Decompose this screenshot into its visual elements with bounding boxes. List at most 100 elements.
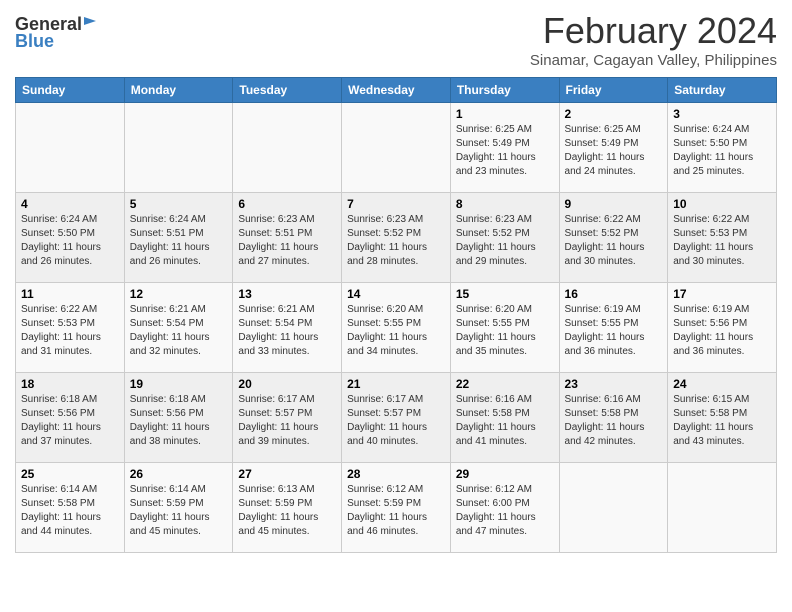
day-info: Sunrise: 6:24 AMSunset: 5:50 PMDaylight:… [21, 213, 119, 269]
day-number: 15 [456, 287, 554, 301]
day-info: Sunrise: 6:23 AMSunset: 5:51 PMDaylight:… [238, 213, 336, 269]
day-info: Sunrise: 6:17 AMSunset: 5:57 PMDaylight:… [347, 393, 445, 449]
day-number: 27 [238, 467, 336, 481]
calendar-cell [559, 463, 668, 553]
weekday-header-wednesday: Wednesday [342, 78, 451, 103]
weekday-header-saturday: Saturday [668, 78, 777, 103]
day-info: Sunrise: 6:19 AMSunset: 5:55 PMDaylight:… [565, 303, 663, 359]
day-number: 1 [456, 107, 554, 121]
day-info: Sunrise: 6:14 AMSunset: 5:59 PMDaylight:… [130, 483, 228, 539]
calendar-cell [16, 103, 125, 193]
day-number: 25 [21, 467, 119, 481]
calendar-cell [342, 103, 451, 193]
calendar-cell [233, 103, 342, 193]
calendar-cell: 2 Sunrise: 6:25 AMSunset: 5:49 PMDaylight… [559, 103, 668, 193]
day-number: 6 [238, 197, 336, 211]
calendar-cell: 17Sunrise: 6:19 AMSunset: 5:56 PMDayligh… [668, 283, 777, 373]
calendar-cell: 9Sunrise: 6:22 AMSunset: 5:52 PMDaylight… [559, 193, 668, 283]
calendar-cell: 12 Sunrise: 6:21 AMSunset: 5:54 PMDayligh… [124, 283, 233, 373]
day-info: Sunrise: 6:14 AMSunset: 5:58 PMDaylight:… [21, 483, 119, 539]
day-number: 4 [21, 197, 119, 211]
calendar-week-row: 1 Sunrise: 6:25 AMSunset: 5:49 PMDaylight… [16, 103, 777, 193]
calendar-cell: 3 Sunrise: 6:24 AMSunset: 5:50 PMDaylight… [668, 103, 777, 193]
day-number: 13 [238, 287, 336, 301]
day-number: 3 [673, 107, 771, 121]
day-number: 26 [130, 467, 228, 481]
calendar-cell: 25 Sunrise: 6:14 AMSunset: 5:58 PMDayligh… [16, 463, 125, 553]
day-info: Sunrise: 6:16 AMSunset: 5:58 PMDaylight:… [456, 393, 554, 449]
calendar-cell: 28Sunrise: 6:12 AMSunset: 5:59 PMDayligh… [342, 463, 451, 553]
day-number: 23 [565, 377, 663, 391]
day-number: 18 [21, 377, 119, 391]
weekday-header-monday: Monday [124, 78, 233, 103]
logo-blue-text: Blue [15, 31, 54, 52]
day-number: 12 [130, 287, 228, 301]
day-number: 28 [347, 467, 445, 481]
calendar-cell: 18 Sunrise: 6:18 AMSunset: 5:56 PMDayligh… [16, 373, 125, 463]
header: General Blue February 2024 Sinamar, Caga… [15, 10, 777, 69]
day-info: Sunrise: 6:22 AMSunset: 5:53 PMDaylight:… [21, 303, 119, 359]
weekday-header-row: SundayMondayTuesdayWednesdayThursdayFrid… [16, 78, 777, 103]
day-number: 20 [238, 377, 336, 391]
calendar-cell: 10Sunrise: 6:22 AMSunset: 5:53 PMDayligh… [668, 193, 777, 283]
calendar-cell: 19 Sunrise: 6:18 AMSunset: 5:56 PMDayligh… [124, 373, 233, 463]
calendar-cell: 16 Sunrise: 6:19 AMSunset: 5:55 PMDayligh… [559, 283, 668, 373]
calendar-cell: 5 Sunrise: 6:24 AMSunset: 5:51 PMDaylight… [124, 193, 233, 283]
day-info: Sunrise: 6:16 AMSunset: 5:58 PMDaylight:… [565, 393, 663, 449]
day-info: Sunrise: 6:22 AMSunset: 5:52 PMDaylight:… [565, 213, 663, 269]
calendar-cell: 20 Sunrise: 6:17 AMSunset: 5:57 PMDayligh… [233, 373, 342, 463]
day-info: Sunrise: 6:25 AMSunset: 5:49 PMDaylight:… [456, 123, 554, 179]
calendar-cell: 11 Sunrise: 6:22 AMSunset: 5:53 PMDayligh… [16, 283, 125, 373]
calendar-week-row: 11 Sunrise: 6:22 AMSunset: 5:53 PMDayligh… [16, 283, 777, 373]
calendar-cell: 24 Sunrise: 6:15 AMSunset: 5:58 PMDayligh… [668, 373, 777, 463]
calendar-cell: 8Sunrise: 6:23 AMSunset: 5:52 PMDaylight… [450, 193, 559, 283]
day-info: Sunrise: 6:24 AMSunset: 5:50 PMDaylight:… [673, 123, 771, 179]
calendar-cell: 22Sunrise: 6:16 AMSunset: 5:58 PMDayligh… [450, 373, 559, 463]
day-number: 11 [21, 287, 119, 301]
day-info: Sunrise: 6:24 AMSunset: 5:51 PMDaylight:… [130, 213, 228, 269]
calendar-week-row: 4 Sunrise: 6:24 AMSunset: 5:50 PMDaylight… [16, 193, 777, 283]
day-number: 24 [673, 377, 771, 391]
month-title: February 2024 [530, 10, 777, 52]
day-info: Sunrise: 6:20 AMSunset: 5:55 PMDaylight:… [456, 303, 554, 359]
weekday-header-thursday: Thursday [450, 78, 559, 103]
day-info: Sunrise: 6:20 AMSunset: 5:55 PMDaylight:… [347, 303, 445, 359]
day-info: Sunrise: 6:23 AMSunset: 5:52 PMDaylight:… [347, 213, 445, 269]
logo-flag-icon [84, 15, 102, 33]
calendar-cell: 21Sunrise: 6:17 AMSunset: 5:57 PMDayligh… [342, 373, 451, 463]
day-info: Sunrise: 6:23 AMSunset: 5:52 PMDaylight:… [456, 213, 554, 269]
day-info: Sunrise: 6:17 AMSunset: 5:57 PMDaylight:… [238, 393, 336, 449]
day-number: 2 [565, 107, 663, 121]
day-number: 16 [565, 287, 663, 301]
calendar-week-row: 18 Sunrise: 6:18 AMSunset: 5:56 PMDayligh… [16, 373, 777, 463]
day-number: 5 [130, 197, 228, 211]
calendar-week-row: 25 Sunrise: 6:14 AMSunset: 5:58 PMDayligh… [16, 463, 777, 553]
day-info: Sunrise: 6:25 AMSunset: 5:49 PMDaylight:… [565, 123, 663, 179]
calendar-cell: 1 Sunrise: 6:25 AMSunset: 5:49 PMDaylight… [450, 103, 559, 193]
title-area: February 2024 Sinamar, Cagayan Valley, P… [530, 10, 777, 69]
calendar-cell: 7Sunrise: 6:23 AMSunset: 5:52 PMDaylight… [342, 193, 451, 283]
calendar-table: SundayMondayTuesdayWednesdayThursdayFrid… [15, 77, 777, 553]
calendar-cell: 29 Sunrise: 6:12 AMSunset: 6:00 PMDayligh… [450, 463, 559, 553]
calendar-cell [124, 103, 233, 193]
calendar-cell: 23 Sunrise: 6:16 AMSunset: 5:58 PMDayligh… [559, 373, 668, 463]
calendar-cell: 4 Sunrise: 6:24 AMSunset: 5:50 PMDaylight… [16, 193, 125, 283]
day-info: Sunrise: 6:18 AMSunset: 5:56 PMDaylight:… [130, 393, 228, 449]
day-info: Sunrise: 6:21 AMSunset: 5:54 PMDaylight:… [130, 303, 228, 359]
weekday-header-sunday: Sunday [16, 78, 125, 103]
day-number: 19 [130, 377, 228, 391]
day-info: Sunrise: 6:12 AMSunset: 6:00 PMDaylight:… [456, 483, 554, 539]
day-info: Sunrise: 6:19 AMSunset: 5:56 PMDaylight:… [673, 303, 771, 359]
day-info: Sunrise: 6:21 AMSunset: 5:54 PMDaylight:… [238, 303, 336, 359]
calendar-cell: 6 Sunrise: 6:23 AMSunset: 5:51 PMDaylight… [233, 193, 342, 283]
calendar-cell: 26 Sunrise: 6:14 AMSunset: 5:59 PMDayligh… [124, 463, 233, 553]
calendar-cell: 13 Sunrise: 6:21 AMSunset: 5:54 PMDayligh… [233, 283, 342, 373]
day-number: 10 [673, 197, 771, 211]
location-title: Sinamar, Cagayan Valley, Philippines [530, 52, 777, 69]
day-number: 29 [456, 467, 554, 481]
calendar-cell [668, 463, 777, 553]
day-info: Sunrise: 6:15 AMSunset: 5:58 PMDaylight:… [673, 393, 771, 449]
calendar-cell: 27Sunrise: 6:13 AMSunset: 5:59 PMDayligh… [233, 463, 342, 553]
logo: General Blue [15, 14, 102, 52]
day-info: Sunrise: 6:18 AMSunset: 5:56 PMDaylight:… [21, 393, 119, 449]
